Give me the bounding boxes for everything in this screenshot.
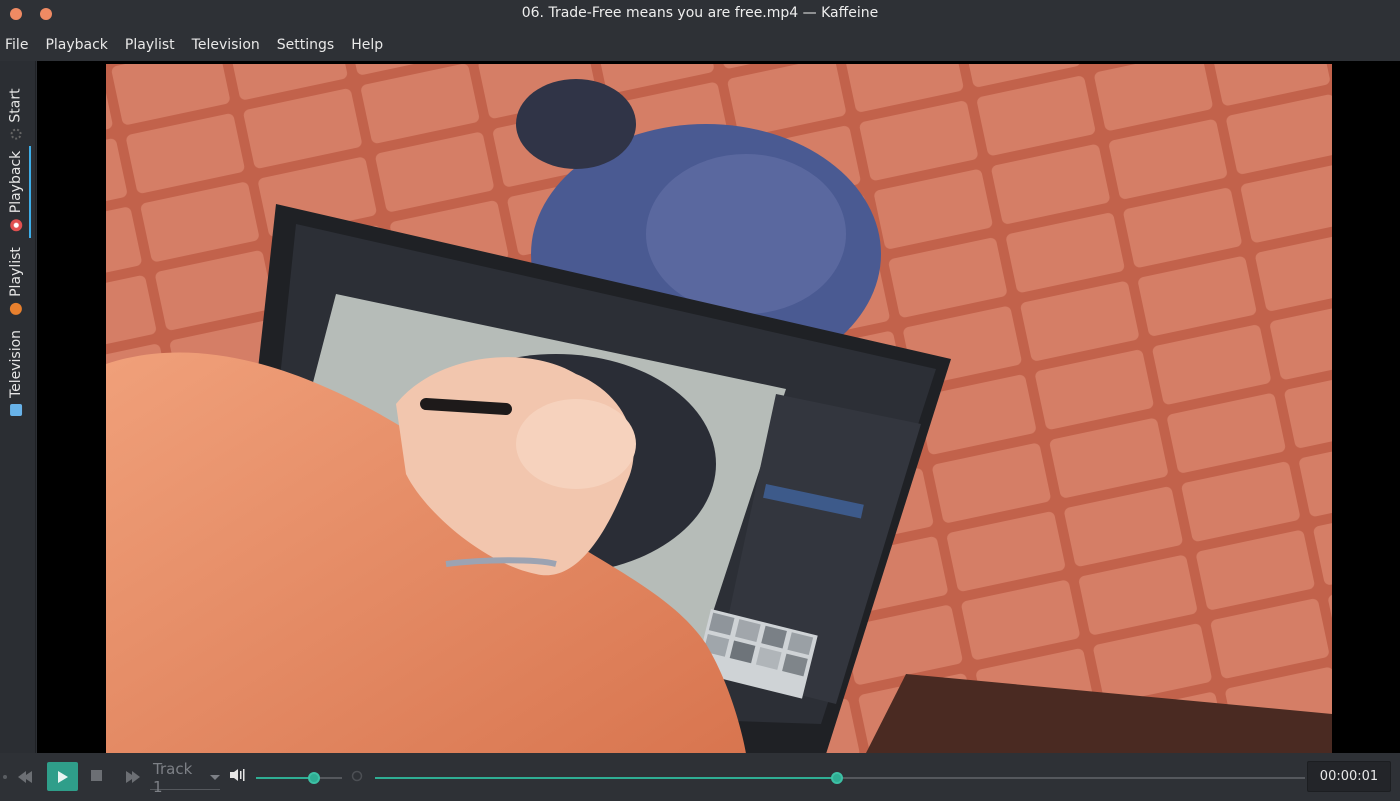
- playlist-icon: [10, 302, 23, 315]
- menu-playlist[interactable]: Playlist: [125, 37, 175, 53]
- playback-icon: [10, 219, 22, 232]
- track-dropdown[interactable]: Track 1: [150, 760, 220, 796]
- menu-playback[interactable]: Playback: [45, 37, 107, 53]
- play-icon: [57, 770, 68, 783]
- start-icon: [10, 128, 22, 140]
- seek-slider-handle[interactable]: [831, 772, 843, 784]
- play-button[interactable]: [47, 762, 78, 791]
- handle-dot-icon: [3, 775, 7, 779]
- window-title: 06. Trade-Free means you are free.mp4 — …: [521, 5, 879, 21]
- title-bar: 06. Trade-Free means you are free.mp4 — …: [0, 0, 1400, 28]
- menu-file[interactable]: File: [5, 37, 28, 53]
- video-frame[interactable]: [106, 64, 1332, 753]
- tab-playlist[interactable]: Playlist: [0, 241, 32, 321]
- menu-settings[interactable]: Settings: [277, 37, 334, 53]
- track-label: Track 1: [153, 759, 193, 796]
- time-display: 00:00:01: [1307, 761, 1391, 792]
- seek-slider[interactable]: [375, 772, 1305, 784]
- next-icon[interactable]: [124, 770, 140, 784]
- tab-playback-label: Playback: [8, 150, 24, 214]
- side-tab-bar: Start Playback Playlist Television: [0, 61, 36, 753]
- menu-bar: File Playback Playlist Television Settin…: [0, 28, 1400, 61]
- tab-start-label: Start: [8, 88, 25, 123]
- tab-television[interactable]: Television: [0, 325, 32, 421]
- volume-slider[interactable]: [256, 772, 342, 784]
- television-icon: [10, 404, 22, 417]
- video-picture: [106, 64, 1332, 753]
- seek-start-icon: [351, 770, 363, 782]
- stop-icon[interactable]: [91, 770, 103, 782]
- volume-icon[interactable]: [230, 768, 246, 782]
- volume-slider-handle[interactable]: [308, 772, 320, 784]
- tab-playback[interactable]: Playback: [0, 145, 32, 237]
- menu-television[interactable]: Television: [192, 37, 260, 53]
- chevron-down-icon: [210, 775, 220, 780]
- menu-help[interactable]: Help: [351, 37, 383, 53]
- tab-television-label: Television: [8, 329, 24, 399]
- tab-playlist-label: Playlist: [8, 247, 25, 297]
- seek-slider-fill: [375, 777, 837, 779]
- previous-icon[interactable]: [18, 770, 34, 784]
- volume-slider-fill: [256, 777, 314, 779]
- tab-start[interactable]: Start: [0, 79, 32, 149]
- video-area[interactable]: [37, 61, 1400, 753]
